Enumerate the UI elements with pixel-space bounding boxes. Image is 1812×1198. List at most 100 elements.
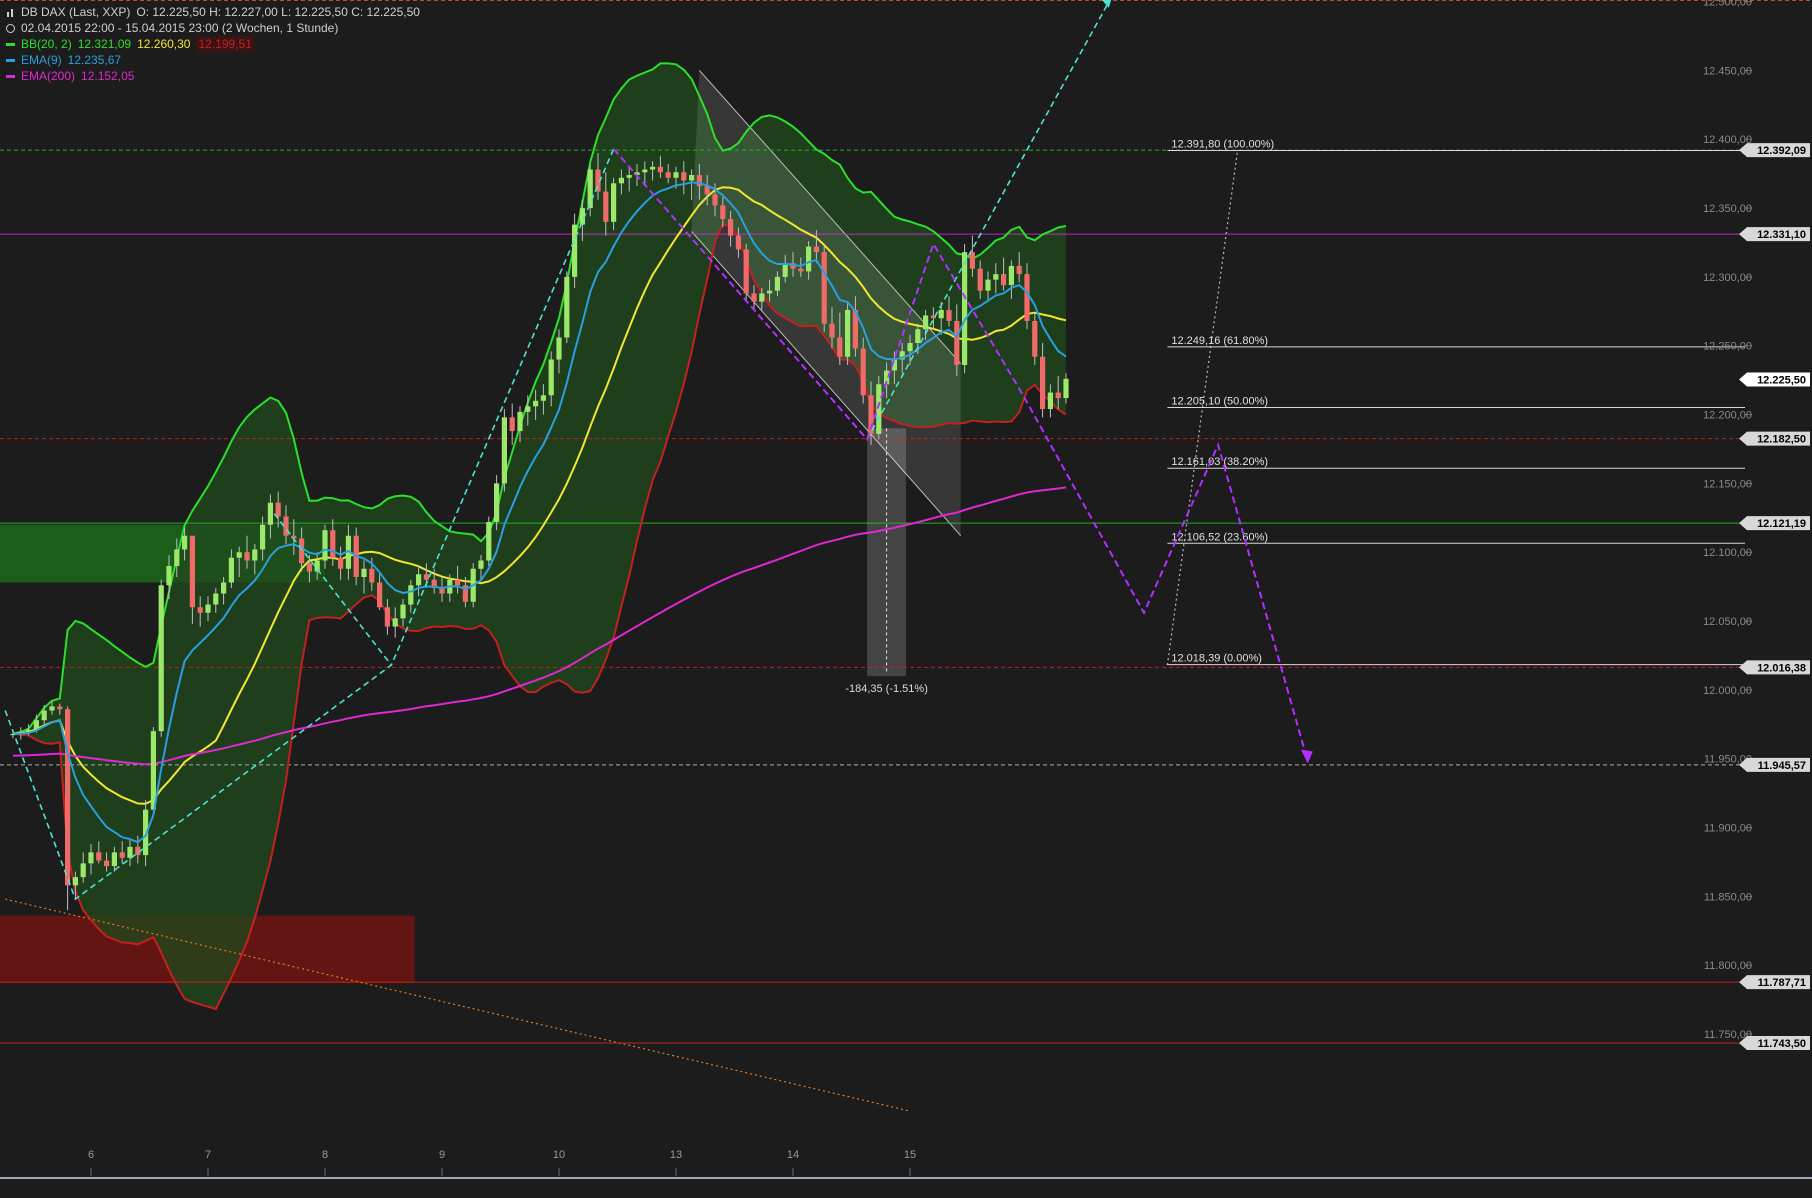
candle-body <box>1024 274 1030 321</box>
candle-body <box>642 169 648 173</box>
price-tag-label: 12.331,10 <box>1757 229 1806 241</box>
ema9-label: EMA(9) <box>21 53 62 67</box>
candle-body <box>938 309 944 319</box>
bar-chart-icon <box>6 8 15 17</box>
candle-body <box>501 417 507 484</box>
y-axis-tick-label: 11.900,00 <box>1704 823 1752 835</box>
candle-body <box>782 263 788 277</box>
candle-body <box>720 205 726 220</box>
candle-body <box>626 175 632 178</box>
candle-body <box>969 252 975 269</box>
candle-body <box>540 395 546 401</box>
candle-body <box>275 502 281 517</box>
candle-body <box>993 274 999 280</box>
legend-bb-row[interactable]: BB(20, 2) 12.321,09 12.260,30 12.199,51 <box>6 36 420 52</box>
purple-arrowhead <box>1300 749 1313 764</box>
bb-label: BB(20, 2) <box>21 37 72 51</box>
candle-body <box>369 568 375 583</box>
candle-body <box>611 183 617 222</box>
candle-body <box>158 585 164 732</box>
y-axis-tick-label: 11.850,00 <box>1704 891 1752 903</box>
y-axis-tick-label: 12.350,00 <box>1703 203 1752 215</box>
candle-body <box>743 249 749 294</box>
candle-body <box>564 276 570 338</box>
candle-body <box>361 568 367 578</box>
candle-body <box>416 574 422 586</box>
candle-body <box>111 852 117 867</box>
candle-body <box>774 276 780 291</box>
candle-body <box>735 235 741 250</box>
candle-body <box>478 560 484 569</box>
candle-body <box>603 191 609 222</box>
candle-body <box>1001 274 1007 286</box>
price-tag-label: 12.121,19 <box>1757 518 1806 530</box>
candle-body <box>751 293 757 302</box>
y-axis-tick-label: 12.250,00 <box>1703 341 1752 353</box>
candle-body <box>845 309 851 357</box>
bb-upper-value: 12.321,09 <box>77 37 132 51</box>
candle-body <box>119 852 125 858</box>
candle-body <box>806 246 812 272</box>
price-tag-label: 12.392,09 <box>1757 145 1806 157</box>
y-axis-tick-label: 12.100,00 <box>1703 547 1752 559</box>
chart-legend: DB DAX (Last, XXP) O: 12.225,50 H: 12.22… <box>6 4 420 84</box>
candle-body <box>1063 378 1069 399</box>
fibonacci-level-label: 12.106,52 (23.60%) <box>1171 531 1268 543</box>
candle-body <box>338 557 344 569</box>
price-tag-label: 11.787,71 <box>1758 977 1806 989</box>
candle-body <box>65 709 71 886</box>
clock-icon <box>6 23 15 33</box>
candle-body <box>377 582 383 608</box>
candle-body <box>1055 392 1061 399</box>
candle-body <box>985 279 991 291</box>
candle-body <box>423 574 429 580</box>
bb-mid-value: 12.260,30 <box>137 37 191 51</box>
price-tag-label: 11.743,50 <box>1758 1038 1806 1050</box>
candle-body <box>556 337 562 360</box>
candle-body <box>330 530 336 558</box>
candle-body <box>673 172 679 178</box>
candle-body <box>392 618 398 627</box>
price-tag-label: 11.945,57 <box>1758 760 1806 772</box>
bb-lower-value: 12.199,51 <box>196 36 254 52</box>
candle-body <box>260 524 266 550</box>
legend-ema200-row[interactable]: EMA(200) 12.152,05 <box>6 68 420 84</box>
period-label: 02.04.2015 22:00 - 15.04.2015 23:00 (2 W… <box>21 21 339 35</box>
y-axis-tick-label: 12.450,00 <box>1703 65 1752 77</box>
ema200-swatch <box>6 74 15 78</box>
candle-body <box>1032 320 1038 357</box>
ema9-swatch <box>6 58 15 62</box>
candle-body <box>57 706 63 710</box>
fibonacci-level-label: 12.205,10 (50.00%) <box>1171 396 1268 408</box>
legend-instrument-row: DB DAX (Last, XXP) O: 12.225,50 H: 12.22… <box>6 4 420 20</box>
candle-body <box>150 731 156 810</box>
candle-body <box>96 852 102 861</box>
candle-body <box>322 530 328 561</box>
ema200-value: 12.152,05 <box>81 69 135 83</box>
y-axis-tick-label: 12.500,00 <box>1703 0 1752 9</box>
candle-body <box>829 323 835 338</box>
legend-ema9-row[interactable]: EMA(9) 12.235,67 <box>6 52 420 68</box>
candle-body <box>657 166 663 173</box>
fibonacci-level-label: 12.161,03 (38.20%) <box>1171 456 1268 468</box>
candle-body <box>455 579 461 586</box>
candle-body <box>174 549 180 566</box>
candle-body <box>977 268 983 291</box>
price-chart[interactable]: -184,35 (-1.51%) 12.391,80 (100.00%) 12.24… <box>0 0 1812 1198</box>
candle-body <box>509 417 515 432</box>
bb-swatch <box>6 42 15 46</box>
x-axis-tick-label: 14 <box>787 1149 799 1161</box>
candle-body <box>728 219 734 236</box>
candle-body <box>946 309 952 321</box>
price-tag-label: 12.016,38 <box>1757 662 1806 674</box>
candle-body <box>244 552 250 561</box>
candle-body <box>299 538 305 564</box>
candle-body <box>767 290 773 294</box>
candle-body <box>533 400 539 407</box>
candle-body <box>408 585 414 605</box>
candle-body <box>813 246 819 253</box>
candle-body <box>923 315 929 330</box>
candle-body <box>228 557 234 583</box>
y-axis-tick-label: 12.400,00 <box>1703 134 1752 146</box>
candle-body <box>860 348 866 396</box>
